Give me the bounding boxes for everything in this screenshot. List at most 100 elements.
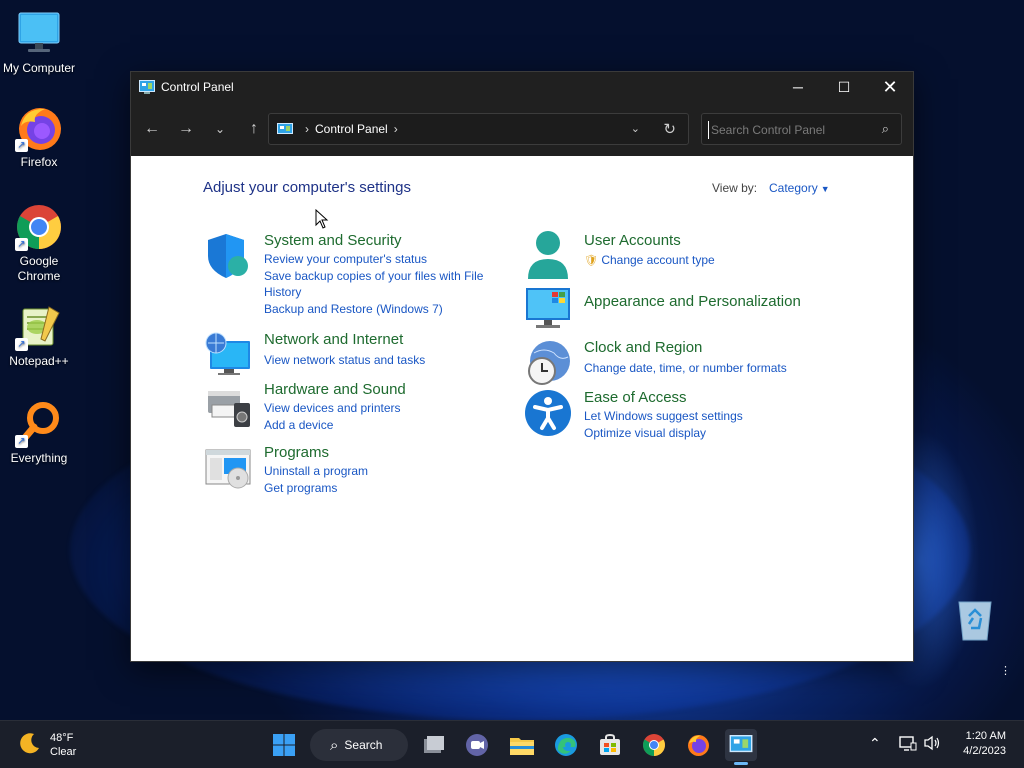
minimize-button[interactable]: ─ xyxy=(775,72,821,102)
view-by-dropdown[interactable]: Category ▼ xyxy=(769,181,830,195)
category-system-security: System and Security Review your computer… xyxy=(204,232,499,317)
page-heading: Adjust your computer's settings xyxy=(203,179,411,196)
accessibility-icon xyxy=(524,389,572,437)
weather-temperature: 48°F xyxy=(50,732,74,744)
title-bar: Control Panel ─ ☐ ✕ xyxy=(131,72,913,102)
link-review-status[interactable]: Review your computer's status xyxy=(264,251,499,268)
refresh-icon[interactable]: ↻ xyxy=(663,120,676,138)
breadcrumb-chevron-icon[interactable]: › xyxy=(394,122,398,136)
search-input[interactable] xyxy=(708,121,868,139)
category-title-hardware-sound[interactable]: Hardware and Sound xyxy=(264,381,499,399)
category-appearance: Appearance and Personalization xyxy=(524,286,844,334)
search-icon[interactable]: ⌕ xyxy=(882,121,889,137)
breadcrumb-chevron-icon: › xyxy=(305,122,309,136)
desktop-icon-everything[interactable]: ↗ Everything xyxy=(0,400,78,466)
monitor-icon xyxy=(15,10,63,58)
clock-date: 4/2/2023 xyxy=(963,745,1006,757)
store-icon[interactable] xyxy=(594,729,626,761)
desktop-icon-firefox[interactable]: ↗ Firefox xyxy=(0,104,78,170)
volume-icon[interactable] xyxy=(923,735,941,754)
content-area: Adjust your computer's settings View by:… xyxy=(131,156,913,661)
uac-shield-icon: 🛡 xyxy=(584,255,598,267)
link-optimize-visual-display[interactable]: Optimize visual display xyxy=(584,425,844,442)
firefox-icon: ↗ xyxy=(15,104,63,152)
network-icon[interactable] xyxy=(899,735,917,754)
edge-icon[interactable] xyxy=(550,729,582,761)
recent-locations-button[interactable]: ⌄ xyxy=(203,112,237,146)
category-programs: Programs Uninstall a program Get program… xyxy=(204,444,499,496)
control-panel-icon xyxy=(277,122,293,134)
start-button[interactable] xyxy=(268,729,300,761)
file-explorer-icon[interactable] xyxy=(506,729,538,761)
view-by-label: View by: xyxy=(712,181,758,195)
desktop-icon-notepadpp[interactable]: ↗ Notepad++ xyxy=(0,303,78,369)
printer-icon xyxy=(204,381,252,429)
link-add-device[interactable]: Add a device xyxy=(264,417,499,434)
category-title-appearance[interactable]: Appearance and Personalization xyxy=(584,293,844,311)
up-button[interactable]: ↑ xyxy=(237,112,271,146)
weather-widget[interactable]: 48°F Clear xyxy=(18,731,76,759)
window-title: Control Panel xyxy=(161,80,234,94)
category-ease-of-access: Ease of Access Let Windows suggest setti… xyxy=(524,389,844,441)
link-windows-suggest-settings[interactable]: Let Windows suggest settings xyxy=(584,408,844,425)
firefox-taskbar-icon[interactable] xyxy=(682,729,714,761)
desktop-icon-my-computer[interactable]: My Computer xyxy=(0,10,78,76)
desktop-icon-chrome[interactable]: ↗ Google Chrome xyxy=(0,203,78,284)
network-globe-icon xyxy=(204,331,252,379)
close-button[interactable]: ✕ xyxy=(867,72,913,102)
category-title-clock-region[interactable]: Clock and Region xyxy=(584,339,844,357)
desktop-icon-label: Everything xyxy=(10,451,68,465)
dropdown-caret-icon[interactable]: ▼ xyxy=(821,184,830,194)
task-view-icon[interactable] xyxy=(418,729,450,761)
desktop-icon-label: My Computer xyxy=(2,61,76,75)
show-hidden-icons-chevron-icon[interactable]: ⌃ xyxy=(869,735,881,752)
clock[interactable]: 1:20 AM 4/2/2023 xyxy=(963,729,1006,759)
control-panel-window: Control Panel ─ ☐ ✕ ← → ⌄ ↑ › Control Pa… xyxy=(130,71,914,662)
search-icon: ⌕ xyxy=(330,736,339,754)
clock-time: 1:20 AM xyxy=(965,730,1006,742)
address-bar[interactable]: › Control Panel › ⌄ ↻ xyxy=(268,113,689,145)
link-change-account-type-label[interactable]: Change account type xyxy=(601,253,714,267)
teams-chat-icon[interactable] xyxy=(461,729,493,761)
control-panel-taskbar-icon[interactable] xyxy=(725,729,757,761)
link-uninstall-program[interactable]: Uninstall a program xyxy=(264,463,499,480)
shield-icon xyxy=(204,232,252,280)
category-user-accounts: User Accounts 🛡 Change account type xyxy=(524,229,819,279)
category-title-network-internet[interactable]: Network and Internet xyxy=(264,331,499,349)
shortcut-arrow-icon: ↗ xyxy=(15,338,28,351)
category-title-programs[interactable]: Programs xyxy=(264,444,499,462)
weather-condition: Clear xyxy=(50,746,77,758)
category-title-system-security[interactable]: System and Security xyxy=(264,232,499,250)
back-button[interactable]: ← xyxy=(135,112,169,146)
forward-button[interactable]: → xyxy=(169,112,203,146)
search-box[interactable]: ⌕ xyxy=(701,113,902,145)
address-dropdown-icon[interactable]: ⌄ xyxy=(631,122,640,135)
control-panel-icon xyxy=(139,80,155,94)
notepadpp-icon: ↗ xyxy=(15,303,63,351)
shortcut-arrow-icon: ↗ xyxy=(15,238,28,251)
taskbar: 48°F Clear ⌕ Search ⌃ 1:20 AM 4/2/2023 xyxy=(0,720,1024,768)
everything-icon: ↗ xyxy=(15,400,63,448)
link-change-account-type[interactable]: 🛡 Change account type xyxy=(584,252,819,270)
chrome-taskbar-icon[interactable] xyxy=(638,729,670,761)
moon-icon xyxy=(20,733,39,754)
clock-globe-icon xyxy=(524,339,572,387)
desktop-icon-label: Google Chrome xyxy=(17,254,61,283)
view-by-value[interactable]: Category xyxy=(769,181,818,195)
link-file-history[interactable]: Save backup copies of your files with Fi… xyxy=(264,268,499,301)
category-hardware-sound: Hardware and Sound View devices and prin… xyxy=(204,381,499,433)
link-network-status[interactable]: View network status and tasks xyxy=(264,352,499,369)
taskbar-search-button[interactable]: ⌕ Search xyxy=(310,729,408,761)
link-devices-printers[interactable]: View devices and printers xyxy=(264,400,499,417)
category-network-internet: Network and Internet View network status… xyxy=(204,331,499,379)
link-backup-restore[interactable]: Backup and Restore (Windows 7) xyxy=(264,301,499,318)
recycle-bin-icon[interactable] xyxy=(954,596,996,642)
programs-icon xyxy=(204,444,252,492)
category-title-ease-of-access[interactable]: Ease of Access xyxy=(584,389,844,407)
link-change-date-time[interactable]: Change date, time, or number formats xyxy=(584,360,844,377)
maximize-button[interactable]: ☐ xyxy=(821,72,867,102)
breadcrumb-control-panel[interactable]: Control Panel xyxy=(315,122,388,136)
category-title-user-accounts[interactable]: User Accounts xyxy=(584,232,819,250)
link-get-programs[interactable]: Get programs xyxy=(264,480,499,497)
navigation-bar: ← → ⌄ ↑ › Control Panel › ⌄ ↻ ⌕ xyxy=(131,102,913,156)
